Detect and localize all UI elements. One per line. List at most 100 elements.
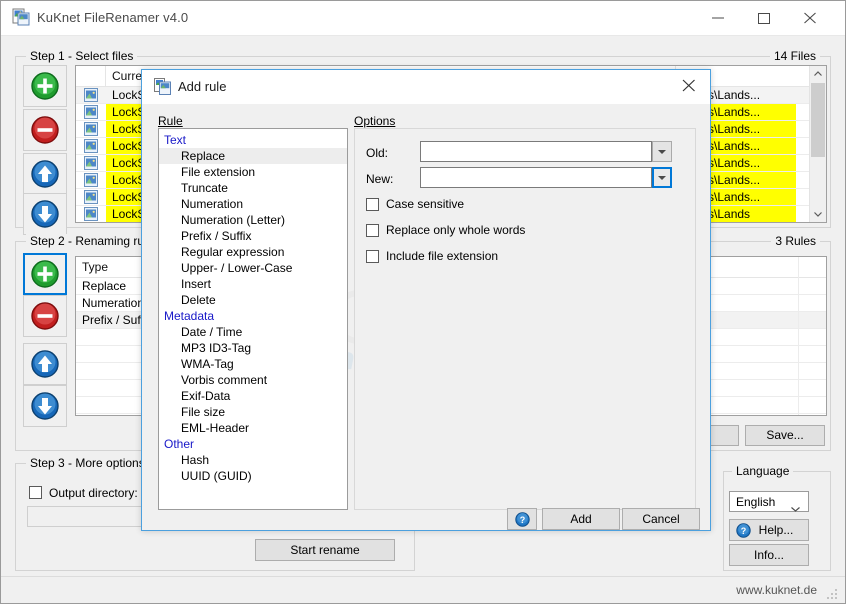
rule-section-label: Rule [158,114,183,128]
rule-category: Metadata [164,309,215,323]
old-dropdown-button[interactable] [652,141,672,162]
rule-tree-item[interactable]: Date / Time [159,324,347,340]
rule-tree-item[interactable]: UUID (GUID) [159,468,347,484]
plus-circle-green-icon [30,259,60,289]
old-label: Old: [366,146,389,160]
rule-tree-item[interactable]: Hash [159,452,347,468]
image-file-icon [84,105,98,119]
rule-tree-item[interactable]: File extension [159,164,347,180]
arrow-down-blue-icon [30,199,60,229]
move-down-button[interactable] [23,193,67,235]
close-button[interactable] [787,1,833,33]
remove-rule-button[interactable] [23,295,67,337]
rule-tree-item[interactable]: Delete [159,292,347,308]
dialog-cancel-button[interactable]: Cancel [622,508,700,530]
image-file-icon [84,88,98,102]
image-file-icon [84,156,98,170]
minimize-button[interactable] [695,1,741,33]
plus-circle-green-icon [30,71,60,101]
add-rule-icon [154,78,171,95]
help-icon: ? [736,523,751,544]
arrow-down-blue-icon [30,391,60,421]
option-checkbox[interactable] [366,224,379,237]
minimize-icon [712,17,724,19]
file-list-scrollbar[interactable] [809,66,826,222]
scrollbar-thumb[interactable] [811,83,825,157]
application-window: KuKnet FileRenamer v4.0 Step 1 - Select … [0,0,846,604]
window-titlebar: KuKnet FileRenamer v4.0 [1,1,845,36]
arrow-up-blue-icon [30,349,60,379]
svg-text:?: ? [520,515,526,525]
step3-title: Step 3 - More options [26,456,149,470]
status-bar: www.kuknet.de [1,576,845,603]
rule-tree-item[interactable]: WMA-Tag [159,356,347,372]
rule-tree-item[interactable]: MP3 ID3-Tag [159,340,347,356]
move-up-button[interactable] [23,153,67,195]
rule-tree-item[interactable]: Exif-Data [159,388,347,404]
option-checkbox-label: Case sensitive [386,197,465,211]
save-rules-label: Save... [766,428,804,442]
option-checkbox[interactable] [366,198,379,211]
window-title: KuKnet FileRenamer v4.0 [37,10,189,25]
rule-tree-item[interactable]: Vorbis comment [159,372,347,388]
save-rules-button[interactable]: Save... [745,425,825,446]
old-input[interactable] [420,141,652,162]
chevron-down-icon [658,149,666,154]
dialog-cancel-label: Cancel [642,512,680,526]
info-label: Info... [753,548,785,562]
rule-tree-item[interactable]: Numeration (Letter) [159,212,347,228]
close-icon [682,79,695,92]
language-selected-value: English [736,495,776,509]
language-title: Language [732,464,794,478]
dialog-titlebar: Add rule [142,70,710,104]
rule-tree-item[interactable]: Replace [159,148,347,164]
add-files-button[interactable] [23,65,67,107]
close-icon [804,12,816,24]
option-checkbox[interactable] [366,250,379,263]
arrow-up-blue-icon [30,159,60,189]
maximize-icon [758,13,770,24]
output-directory-checkbox[interactable] [29,486,42,499]
rule-tree-item[interactable]: EML-Header [159,420,347,436]
new-dropdown-button[interactable] [652,167,672,188]
add-rule-dialog: Add rule SnapFiles Rule TextReplaceFile … [141,69,711,531]
new-input[interactable] [420,167,652,188]
scroll-down-icon[interactable] [810,206,826,222]
rule-tree-item[interactable]: Regular expression [159,244,347,260]
rule-down-button[interactable] [23,385,67,427]
help-button[interactable]: ? Help... [729,519,809,541]
rule-type-list[interactable]: Text Replace File extension Truncate Numerat… [158,128,348,510]
rule-count-label: 3 Rules [771,234,820,248]
rule-up-button[interactable] [23,343,67,385]
dialog-close-button[interactable] [668,70,710,100]
rule-tree-item[interactable]: Insert [159,276,347,292]
status-url: www.kuknet.de [736,583,817,597]
start-rename-label: Start rename [290,543,360,557]
rule-tree-item[interactable]: Upper- / Lower-Case [159,260,347,276]
dialog-add-button[interactable]: Add [542,508,620,530]
scroll-up-icon[interactable] [810,66,826,82]
resize-grip[interactable] [827,587,839,599]
chevron-down-icon [658,175,666,180]
add-rule-button[interactable] [23,253,67,295]
language-select[interactable]: English [729,491,809,512]
start-rename-button[interactable]: Start rename [255,539,395,561]
rule-tree-item[interactable]: Numeration [159,196,347,212]
rule-tree-item[interactable]: Prefix / Suffix [159,228,347,244]
maximize-button[interactable] [741,1,787,33]
chevron-down-icon [791,501,800,512]
info-button[interactable]: Info... [729,544,809,566]
image-file-icon [84,173,98,187]
rule-tree-item[interactable]: File size [159,404,347,420]
option-checkbox-label: Include file extension [386,249,499,263]
help-label: Help... [758,523,794,537]
image-file-icon [84,122,98,136]
file-list-col-icon [76,66,106,86]
remove-files-button[interactable] [23,109,67,151]
dialog-add-label: Add [570,512,592,526]
image-file-icon [84,139,98,153]
dialog-help-button[interactable]: ? [507,508,537,530]
new-label: New: [366,172,394,186]
rule-tree-item[interactable]: Truncate [159,180,347,196]
image-file-icon [84,190,98,204]
